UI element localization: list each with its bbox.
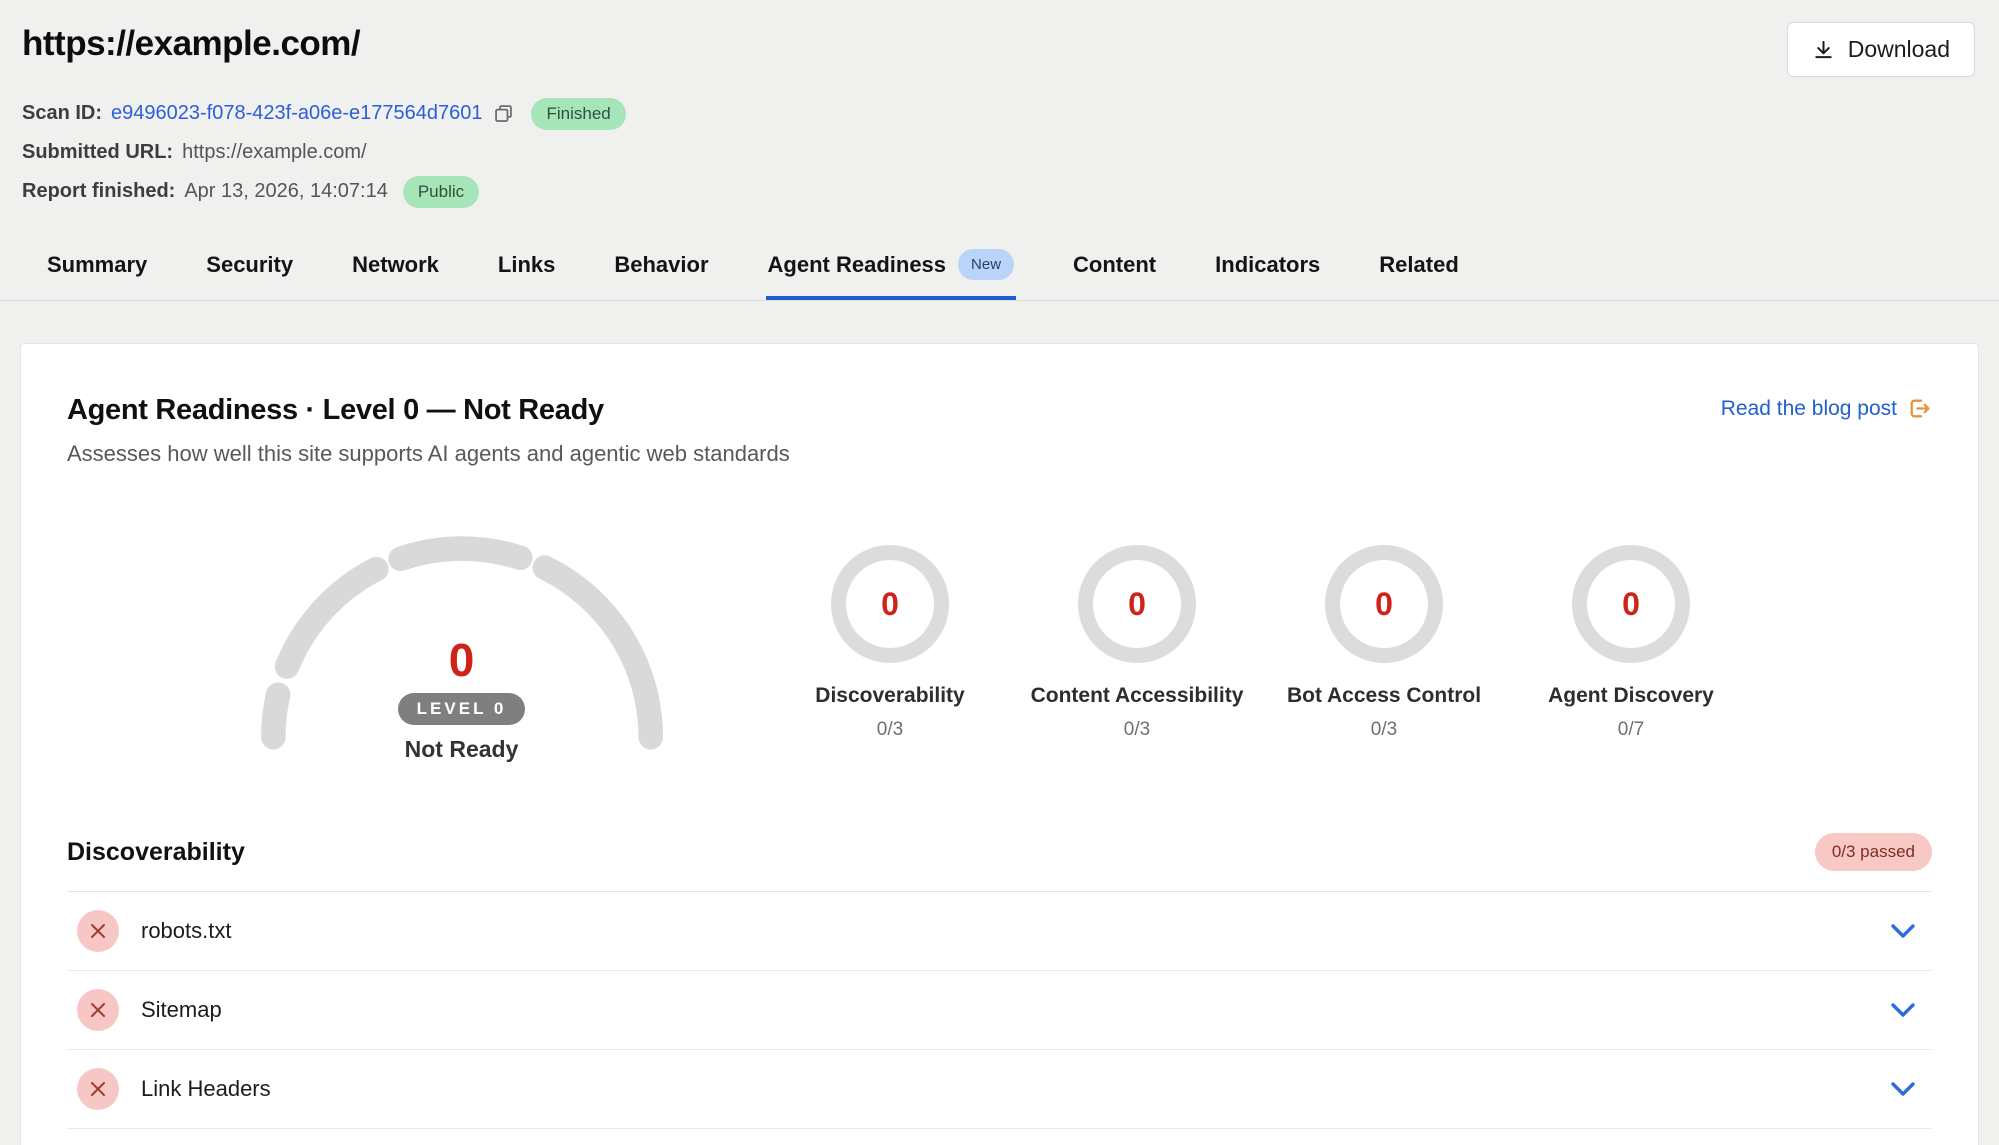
fail-icon bbox=[77, 910, 119, 952]
category-label: Bot Access Control bbox=[1287, 684, 1481, 708]
page-title: https://example.com/ bbox=[22, 24, 1975, 64]
submitted-url-label: Submitted URL: bbox=[22, 141, 173, 164]
blog-link-label: Read the blog post bbox=[1721, 397, 1897, 421]
level-badge: LEVEL 0 bbox=[398, 693, 526, 725]
tab-agent-readiness[interactable]: Agent Readiness New bbox=[766, 243, 1017, 300]
category-score: 0 bbox=[1375, 586, 1393, 623]
chevron-down-icon[interactable] bbox=[1888, 922, 1918, 940]
gauge-center: 0 LEVEL 0 Not Ready bbox=[245, 637, 679, 763]
category-agent-discovery: 0 Agent Discovery 0/7 bbox=[1508, 545, 1755, 741]
report-finished-value: Apr 13, 2026, 14:07:14 bbox=[184, 180, 388, 203]
category-count: 0/3 bbox=[877, 719, 903, 741]
scan-id-label: Scan ID: bbox=[22, 102, 102, 125]
panel-subtitle: Assesses how well this site supports AI … bbox=[67, 441, 1932, 467]
report-tabs: Summary Security Network Links Behavior … bbox=[0, 243, 1999, 301]
category-score: 0 bbox=[1128, 586, 1146, 623]
score-ring: 0 bbox=[1078, 545, 1196, 663]
check-row-link-headers[interactable]: Link Headers bbox=[67, 1050, 1932, 1129]
score-ring: 0 bbox=[831, 545, 949, 663]
panel-title: Agent Readiness · Level 0 — Not Ready bbox=[67, 394, 604, 427]
category-content-accessibility: 0 Content Accessibility 0/3 bbox=[1014, 545, 1261, 741]
check-label: Sitemap bbox=[141, 997, 222, 1023]
copy-scan-id-button[interactable] bbox=[491, 103, 516, 124]
section-head: Discoverability 0/3 passed bbox=[67, 833, 1932, 871]
category-label: Content Accessibility bbox=[1031, 684, 1244, 708]
section-title: Discoverability bbox=[67, 838, 245, 867]
section-result-badge: 0/3 passed bbox=[1815, 833, 1932, 871]
chevron-down-icon[interactable] bbox=[1888, 1080, 1918, 1098]
panel-head: Agent Readiness · Level 0 — Not Ready Re… bbox=[67, 394, 1932, 427]
report-finished-label: Report finished: bbox=[22, 180, 175, 203]
tab-links[interactable]: Links bbox=[496, 243, 557, 300]
submitted-url-row: Submitted URL: https://example.com/ bbox=[22, 133, 1975, 172]
visibility-badge: Public bbox=[403, 176, 479, 208]
submitted-url-value: https://example.com/ bbox=[182, 141, 367, 164]
check-label: Link Headers bbox=[141, 1076, 271, 1102]
report-header: https://example.com/ Download Scan ID: e… bbox=[0, 0, 1999, 211]
check-label: robots.txt bbox=[141, 918, 231, 944]
gauge-status: Not Ready bbox=[245, 736, 679, 763]
category-count: 0/3 bbox=[1371, 719, 1397, 741]
check-row-robots-txt[interactable]: robots.txt bbox=[67, 892, 1932, 971]
score-ring: 0 bbox=[1325, 545, 1443, 663]
check-row-sitemap[interactable]: Sitemap bbox=[67, 971, 1932, 1050]
scan-meta: Scan ID: e9496023-f078-423f-a06e-e177564… bbox=[22, 94, 1975, 211]
category-bot-access-control: 0 Bot Access Control 0/3 bbox=[1261, 545, 1508, 741]
blog-post-link[interactable]: Read the blog post bbox=[1721, 396, 1932, 421]
download-icon bbox=[1812, 38, 1835, 61]
scan-id-row: Scan ID: e9496023-f078-423f-a06e-e177564… bbox=[22, 94, 1975, 133]
category-discoverability: 0 Discoverability 0/3 bbox=[767, 545, 1014, 741]
category-label: Agent Discovery bbox=[1548, 684, 1714, 708]
scan-id-link[interactable]: e9496023-f078-423f-a06e-e177564d7601 bbox=[111, 102, 482, 125]
scores-row: 0 LEVEL 0 Not Ready 0 Discoverability 0/… bbox=[67, 521, 1932, 761]
new-badge: New bbox=[958, 249, 1014, 280]
gauge-score: 0 bbox=[245, 637, 679, 683]
chevron-down-icon[interactable] bbox=[1888, 1001, 1918, 1019]
agent-readiness-panel: Agent Readiness · Level 0 — Not Ready Re… bbox=[20, 343, 1979, 1145]
tab-summary[interactable]: Summary bbox=[45, 243, 149, 300]
tab-network[interactable]: Network bbox=[350, 243, 441, 300]
readiness-gauge: 0 LEVEL 0 Not Ready bbox=[245, 521, 679, 761]
discoverability-section: Discoverability 0/3 passed robots.txt bbox=[67, 833, 1932, 1129]
category-label: Discoverability bbox=[815, 684, 964, 708]
tab-security[interactable]: Security bbox=[204, 243, 295, 300]
status-badge: Finished bbox=[531, 98, 625, 130]
tab-related[interactable]: Related bbox=[1377, 243, 1460, 300]
fail-icon bbox=[77, 989, 119, 1031]
tab-behavior[interactable]: Behavior bbox=[612, 243, 710, 300]
tab-content[interactable]: Content bbox=[1071, 243, 1158, 300]
external-link-icon bbox=[1907, 396, 1932, 421]
category-score: 0 bbox=[1622, 586, 1640, 623]
download-label: Download bbox=[1848, 36, 1950, 63]
report-finished-row: Report finished: Apr 13, 2026, 14:07:14 … bbox=[22, 172, 1975, 211]
download-button[interactable]: Download bbox=[1787, 22, 1975, 77]
score-ring: 0 bbox=[1572, 545, 1690, 663]
tab-indicators[interactable]: Indicators bbox=[1213, 243, 1322, 300]
category-score: 0 bbox=[881, 586, 899, 623]
category-count: 0/3 bbox=[1124, 719, 1150, 741]
category-count: 0/7 bbox=[1618, 719, 1644, 741]
copy-icon bbox=[493, 103, 514, 124]
fail-icon bbox=[77, 1068, 119, 1110]
